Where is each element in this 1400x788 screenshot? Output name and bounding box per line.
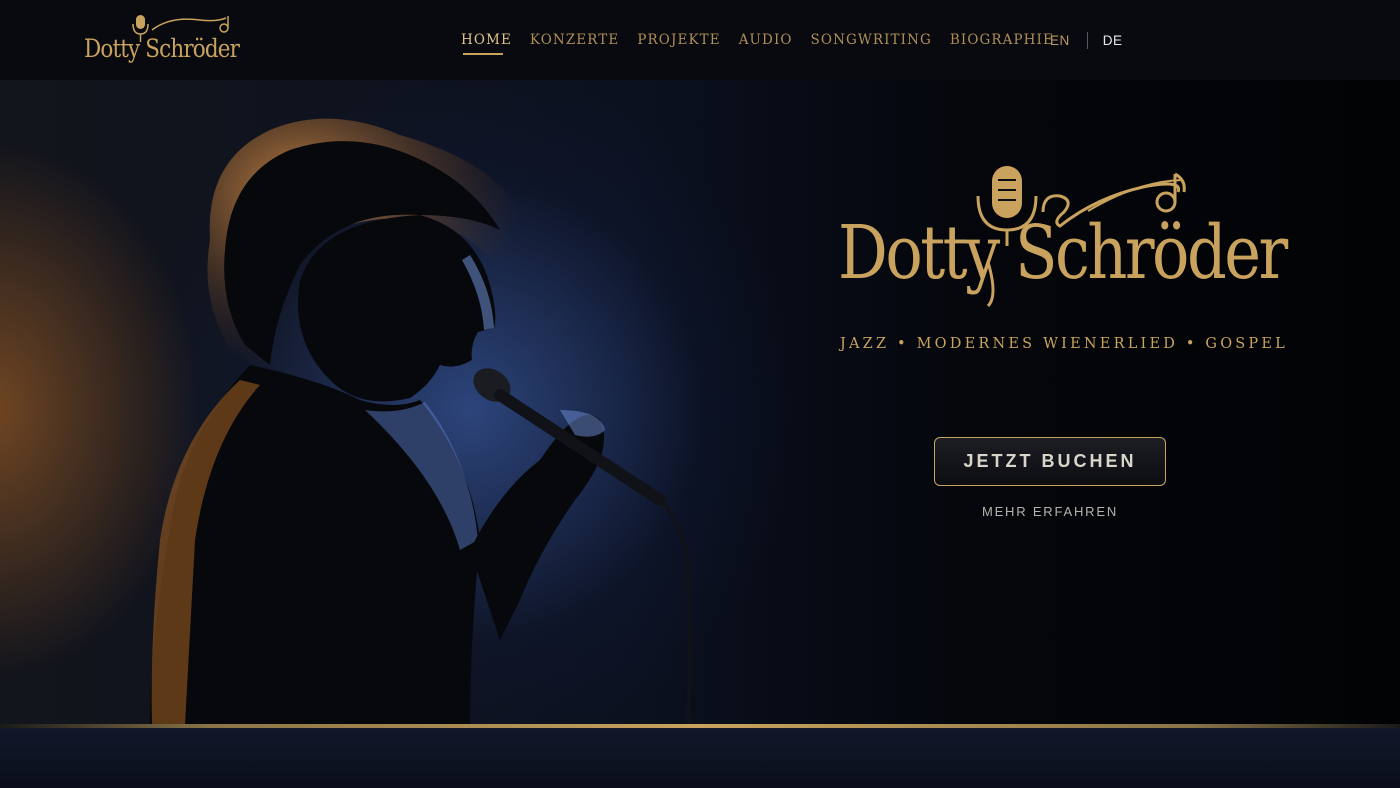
nav-item-songwriting[interactable]: SONGWRITING: [802, 31, 941, 51]
nav-item-konzerte[interactable]: KONZERTE: [521, 31, 628, 51]
nav-item-audio[interactable]: AUDIO: [730, 31, 802, 51]
learn-more-link[interactable]: MEHR ERFAHREN: [934, 504, 1166, 519]
hero-logo-text: Dotty Schröder: [838, 210, 1288, 296]
main-navigation: HOME KONZERTE PROJEKTE AUDIO SONGWRITING…: [452, 31, 1063, 51]
lang-en-link[interactable]: EN: [1050, 33, 1070, 49]
nav-item-biographie[interactable]: BIOGRAPHIE: [941, 31, 1063, 51]
singer-silhouette-image: [150, 118, 692, 725]
hero-logo: Dotty Schröder: [838, 166, 1288, 316]
next-section-band: [0, 728, 1400, 788]
language-switcher: EN DE: [1050, 32, 1123, 49]
nav-item-projekte[interactable]: PROJEKTE: [628, 31, 729, 51]
active-nav-underline: [463, 53, 503, 55]
site-header: Dotty Schröder HOME KONZERTE PROJEKTE AU…: [0, 0, 1400, 80]
header-logo-text: Dotty Schröder: [84, 34, 240, 63]
music-note-icon: [1155, 172, 1186, 213]
nav-item-home[interactable]: HOME: [452, 31, 521, 51]
hero-tagline: JAZZ • MODERNES WIENERLIED • GOSPEL: [840, 336, 1288, 352]
book-now-button[interactable]: JETZT BUCHEN: [934, 437, 1166, 486]
lang-divider: [1086, 32, 1088, 49]
header-logo[interactable]: Dotty Schröder: [82, 12, 240, 68]
lang-de-link[interactable]: DE: [1103, 33, 1123, 49]
hero-section: Dotty Schröder JAZZ • MODERNES WIENERLIE…: [0, 80, 1400, 725]
